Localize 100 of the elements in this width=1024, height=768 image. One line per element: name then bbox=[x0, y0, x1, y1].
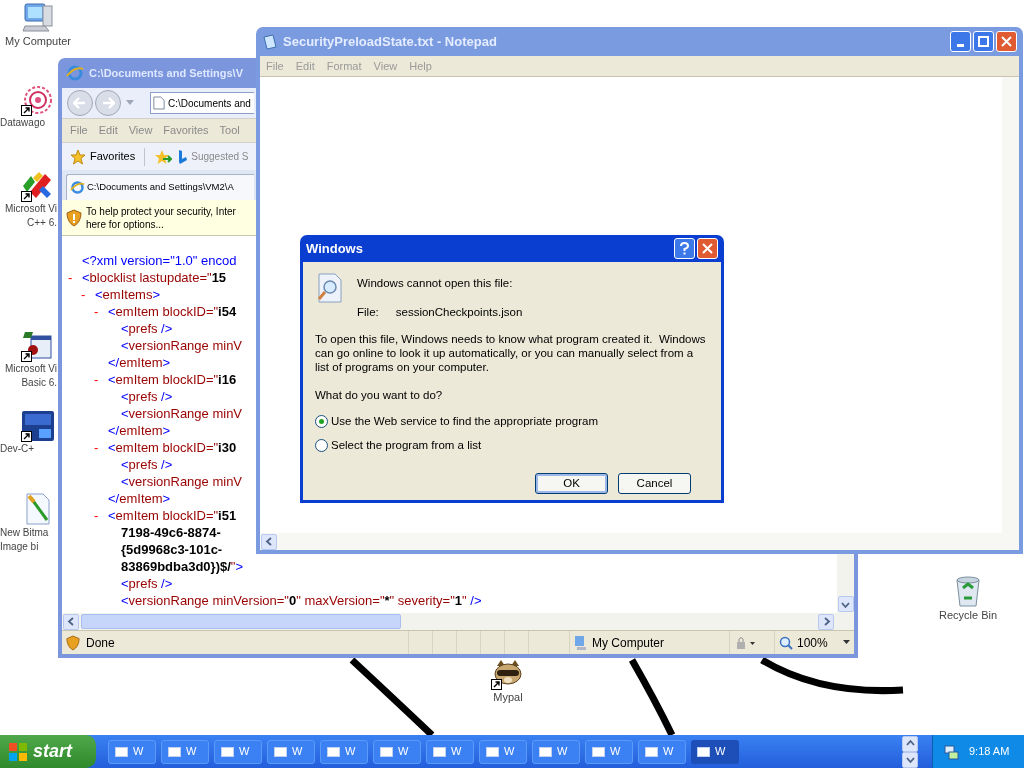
dialog-button[interactable]: OK bbox=[535, 473, 608, 495]
xml-line: </emItem> bbox=[108, 353, 171, 372]
icon-label: Microsoft Vi bbox=[4, 362, 57, 376]
lock-icon[interactable] bbox=[734, 635, 756, 650]
xml-line: 83869bdba3d0})$/"> bbox=[121, 557, 244, 576]
radio-option[interactable]: Select the program from a list bbox=[315, 437, 709, 455]
windows-logo-icon bbox=[8, 741, 28, 762]
status-text: Done bbox=[86, 634, 115, 652]
dialog-button[interactable]: Cancel bbox=[618, 473, 691, 495]
zoom-level[interactable]: 100% bbox=[797, 633, 828, 652]
favorites-button[interactable]: Favorites bbox=[70, 148, 136, 165]
taskbar-button[interactable]: W bbox=[214, 739, 262, 764]
shield-icon bbox=[66, 208, 82, 227]
taskbar-button[interactable]: W bbox=[373, 739, 421, 764]
horizontal-scrollbar[interactable] bbox=[62, 613, 854, 630]
scroll-thumb[interactable] bbox=[81, 614, 401, 629]
question-mark-icon bbox=[679, 242, 690, 255]
taskbar-button[interactable]: W bbox=[320, 739, 368, 764]
file-search-icon bbox=[315, 272, 345, 306]
close-icon bbox=[702, 243, 713, 254]
maximize-button[interactable] bbox=[973, 31, 994, 52]
xml-line: <?xml version="1.0" encod bbox=[82, 251, 237, 270]
flower-icon[interactable] bbox=[21, 84, 55, 116]
xml-line: <versionRange minV bbox=[121, 404, 243, 423]
xml-line: <emItem blockID="i51 bbox=[108, 506, 237, 525]
file-label: File: bbox=[357, 305, 379, 321]
computer-icon[interactable] bbox=[21, 2, 55, 34]
collapse-toggle[interactable]: - bbox=[94, 437, 108, 458]
xml-line: <emItem blockID="i30 bbox=[108, 438, 237, 457]
collapse-toggle[interactable]: - bbox=[68, 267, 82, 288]
xml-line: <versionRange minV bbox=[121, 472, 243, 491]
minimize-button[interactable] bbox=[950, 31, 971, 52]
forward-button[interactable] bbox=[95, 90, 121, 116]
information-text: here for options... bbox=[86, 217, 165, 231]
menu-item[interactable]: View bbox=[128, 122, 153, 139]
information-text: To help protect your security, Inter bbox=[86, 204, 236, 218]
xml-line: 7198-49c6-8874- bbox=[121, 523, 221, 542]
taskbar-button[interactable]: W bbox=[479, 739, 527, 764]
scroll-left-button[interactable] bbox=[261, 533, 277, 550]
xml-line: <versionRange minVersion="0" maxVersion="*" severity="1" /> bbox=[121, 591, 482, 610]
menu-item[interactable]: File bbox=[266, 57, 284, 75]
menu-item[interactable]: Format bbox=[326, 57, 362, 75]
xml-line: </emItem> bbox=[108, 421, 171, 440]
collapse-toggle[interactable]: - bbox=[94, 505, 108, 526]
icon-label: Dev-C+ bbox=[0, 442, 35, 456]
menu-item[interactable]: Tool bbox=[219, 122, 240, 139]
taskbar-button[interactable]: W bbox=[161, 739, 209, 764]
menu-item[interactable]: Favorites bbox=[163, 122, 209, 139]
browser-logo-icon bbox=[70, 180, 85, 195]
dropdown-caret-icon[interactable] bbox=[843, 640, 850, 645]
xml-line: <prefs /> bbox=[121, 455, 173, 474]
close-button[interactable] bbox=[996, 31, 1017, 52]
close-icon bbox=[1001, 36, 1012, 47]
menu-item[interactable]: View bbox=[373, 57, 398, 75]
menu-item[interactable]: Edit bbox=[295, 57, 315, 75]
scroll-up-button[interactable] bbox=[902, 735, 918, 752]
icon-label: C++ 6. bbox=[26, 216, 57, 230]
menu-item[interactable]: Edit bbox=[98, 122, 118, 139]
start-button[interactable]: start bbox=[0, 735, 96, 768]
icon-label: Microsoft Vi bbox=[4, 202, 57, 216]
taskbar-button[interactable]: W bbox=[638, 739, 686, 764]
collapse-toggle[interactable]: - bbox=[94, 369, 108, 390]
scroll-left-button[interactable] bbox=[63, 613, 79, 630]
radio-button[interactable] bbox=[315, 439, 328, 453]
right-arrow-icon bbox=[101, 97, 115, 109]
help-button[interactable] bbox=[674, 238, 695, 259]
xml-line: <emItems> bbox=[95, 285, 161, 304]
menu-item[interactable]: Help bbox=[409, 57, 432, 75]
suggested-sites-button[interactable]: Suggested S bbox=[178, 149, 249, 164]
close-button[interactable] bbox=[697, 238, 718, 259]
dev-icon[interactable] bbox=[21, 410, 55, 442]
browser-tab[interactable]: C:\Documents and Settings\VM2\A bbox=[66, 174, 254, 200]
file-name: sessionCheckpoints.json bbox=[395, 305, 523, 321]
collapse-toggle[interactable]: - bbox=[81, 284, 95, 305]
radio-option[interactable]: Use the Web service to find the appropriate program bbox=[315, 412, 709, 430]
program-window-icon[interactable] bbox=[21, 330, 55, 362]
vertical-scrollbar[interactable] bbox=[1002, 77, 1019, 533]
taskbar-button[interactable]: W bbox=[585, 739, 633, 764]
minimize-icon bbox=[957, 44, 964, 47]
collapse-toggle[interactable]: - bbox=[94, 301, 108, 322]
address-field[interactable]: C:\Documents and bbox=[150, 92, 254, 114]
taskbar-button[interactable]: W bbox=[532, 739, 580, 764]
window-title: SecurityPreloadState.txt - Notepad bbox=[283, 32, 497, 51]
icon-label: Mypal bbox=[493, 690, 523, 704]
horizontal-scrollbar[interactable] bbox=[260, 533, 1019, 550]
scroll-down-button[interactable] bbox=[837, 596, 854, 612]
taskbar-button[interactable]: W bbox=[267, 739, 315, 764]
add-favorite-icon[interactable] bbox=[154, 148, 173, 165]
icon-label: New Bitma bbox=[0, 526, 49, 540]
scroll-right-button[interactable] bbox=[818, 613, 834, 630]
taskbar-button[interactable]: W bbox=[426, 739, 474, 764]
back-button[interactable] bbox=[67, 90, 93, 116]
network-icon[interactable] bbox=[943, 743, 959, 760]
taskbar-button[interactable]: W bbox=[691, 739, 739, 764]
scroll-down-button[interactable] bbox=[902, 751, 918, 768]
taskbar-button[interactable]: W bbox=[108, 739, 156, 764]
notepad-icon bbox=[262, 33, 278, 50]
radio-button[interactable] bbox=[315, 414, 328, 428]
computer-icon bbox=[574, 634, 588, 651]
menu-item[interactable]: File bbox=[70, 122, 88, 139]
